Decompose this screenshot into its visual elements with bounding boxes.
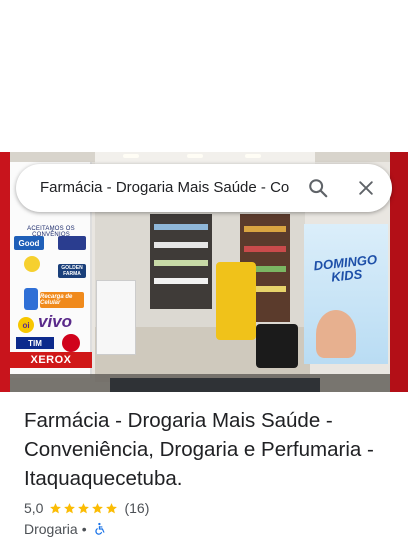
- rating-value: 5,0: [24, 500, 44, 516]
- review-count[interactable]: (16): [124, 500, 149, 516]
- logo-good: Good: [14, 236, 44, 250]
- shelf-products: [244, 246, 286, 252]
- photo-frame-left: [0, 152, 10, 392]
- photo-frame-right: [390, 152, 408, 392]
- black-bag: [256, 324, 298, 368]
- separator-dot: •: [81, 521, 87, 537]
- logo-golden: GOLDEN FARMA: [58, 264, 86, 278]
- logo-partner: [58, 236, 86, 250]
- search-input[interactable]: Farmácia - Drogaria Mais Saúde - Co: [40, 164, 302, 212]
- search-button[interactable]: [302, 172, 334, 204]
- store-counter: [96, 280, 136, 355]
- star-icon: [78, 502, 90, 513]
- rating-row[interactable]: 5,0 (16): [24, 499, 149, 517]
- shelf-products: [154, 278, 208, 284]
- star-icon: [64, 502, 76, 513]
- place-title: Farmácia - Drogaria Mais Saúde - Conveni…: [24, 409, 374, 490]
- category-label: Drogaria: [24, 521, 78, 537]
- phone-logo: [24, 288, 38, 310]
- star-rating: [49, 502, 118, 515]
- smiley-logo: [24, 256, 40, 272]
- close-button[interactable]: [350, 172, 382, 204]
- star-icon: [106, 502, 118, 513]
- shelf-left: [150, 214, 212, 309]
- shelf-products: [244, 226, 286, 232]
- star-icon: [50, 502, 62, 513]
- ceiling-light: [245, 154, 261, 158]
- search-bar[interactable]: Farmácia - Drogaria Mais Saúde - Co: [16, 164, 392, 212]
- star-icon: [92, 502, 104, 513]
- search-icon: [309, 179, 328, 198]
- shelf-products: [154, 224, 208, 230]
- logo-recarga: Recarga de Celular: [40, 292, 84, 308]
- category-row: Drogaria •: [24, 520, 107, 538]
- wheelchair-accessible-icon: [94, 522, 105, 535]
- logo-claro: [62, 334, 80, 352]
- logo-vivo: vivo: [38, 312, 73, 331]
- logo-oi: oi: [18, 317, 34, 333]
- xerox-banner: XEROX: [10, 352, 92, 368]
- display-stand: [216, 262, 256, 340]
- shelf-products: [154, 260, 208, 266]
- ceiling-light: [123, 154, 139, 158]
- entrance-mat: [110, 378, 320, 392]
- logo-tim: TIM: [16, 337, 54, 349]
- ceiling-light: [187, 154, 203, 158]
- kid-illustration: [316, 310, 356, 358]
- shelf-products: [154, 242, 208, 248]
- close-icon: [359, 181, 373, 195]
